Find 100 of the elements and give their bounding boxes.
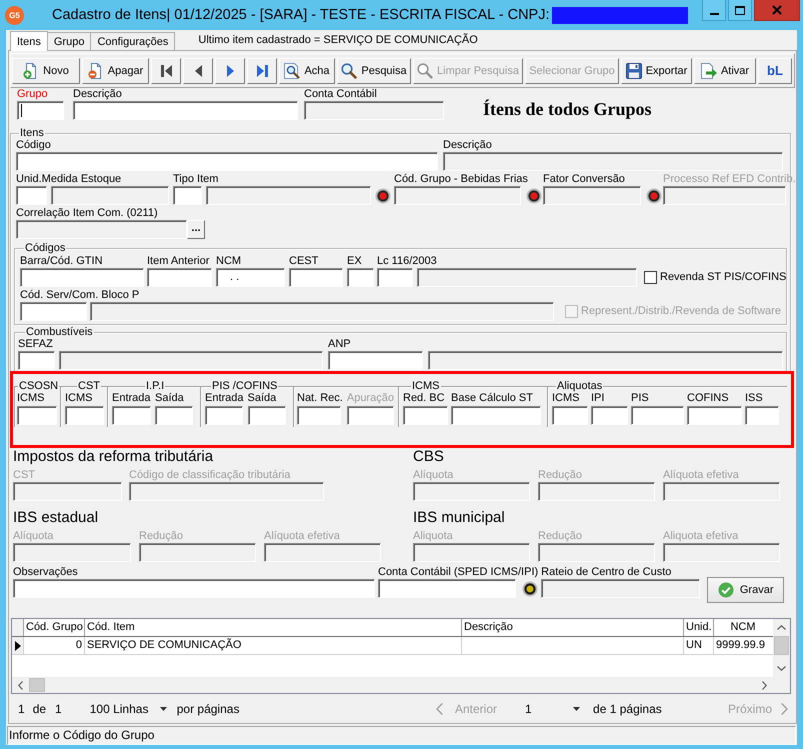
minimize-button[interactable]: [702, 0, 726, 21]
tab[interactable]: Grupo: [46, 32, 92, 50]
item-code-field[interactable]: [16, 152, 438, 171]
cost-center-field[interactable]: [541, 579, 700, 598]
service-list-field[interactable]: [377, 268, 413, 287]
page-size-dropdown[interactable]: 100 Linhas: [88, 699, 172, 719]
tab[interactable]: Configurações: [90, 32, 176, 50]
ellipsis-button[interactable]: ...: [187, 220, 205, 239]
item-type-field[interactable]: [173, 186, 202, 205]
group-legend: CSOSN: [18, 380, 60, 392]
column-header[interactable]: Cód. Item: [85, 619, 462, 636]
toolbar-button[interactable]: Ativar: [694, 58, 756, 84]
per-page-label: por páginas: [176, 702, 240, 716]
field-label: Saída: [155, 392, 184, 405]
field-label: ISS: [745, 392, 763, 405]
tax-field[interactable]: [65, 406, 104, 425]
account-field[interactable]: [304, 101, 444, 120]
toolbar-button[interactable]: Exportar: [621, 58, 692, 84]
scrollbar-thumb[interactable]: [774, 636, 789, 655]
toolbar-button[interactable]: Acha: [279, 58, 335, 84]
tax-field[interactable]: [552, 406, 588, 425]
barcode-field[interactable]: [20, 268, 144, 287]
vertical-scrollbar[interactable]: [773, 619, 790, 677]
group-legend: I.P.I: [145, 380, 166, 392]
toolbar-button[interactable]: [215, 58, 245, 84]
field-label: EX: [347, 255, 362, 268]
notes-field[interactable]: [13, 579, 375, 598]
service-list-description-field[interactable]: [417, 268, 637, 287]
ring-dot-icon[interactable]: [375, 188, 391, 204]
save-button[interactable]: Gravar: [707, 577, 784, 603]
toolbar-button[interactable]: Novo: [12, 58, 80, 84]
unit-description-field[interactable]: [51, 186, 169, 205]
ring-dot-icon[interactable]: [646, 188, 662, 204]
triangle-right-icon: [226, 64, 234, 76]
row-indicator[interactable]: [12, 637, 24, 654]
tax-field[interactable]: [297, 406, 341, 425]
ncm-field[interactable]: . .: [216, 268, 285, 287]
tax-field[interactable]: [205, 406, 243, 425]
anp-description-field[interactable]: [428, 351, 783, 370]
toolbar-button[interactable]: Apagar: [82, 58, 149, 84]
column-header[interactable]: Descrição: [462, 619, 684, 636]
close-icon: [772, 5, 782, 15]
conversion-factor-field[interactable]: [543, 186, 641, 205]
horizontal-scrollbar[interactable]: [12, 677, 773, 693]
toolbar-button[interactable]: [247, 58, 277, 84]
tax-field[interactable]: [687, 406, 742, 425]
item-type-description-field[interactable]: [206, 186, 371, 205]
field-label: Fator Conversão: [543, 173, 625, 186]
close-button[interactable]: [754, 0, 800, 21]
group-code-field[interactable]: [17, 101, 64, 120]
ex-field[interactable]: [347, 268, 374, 287]
sefaz-code-field[interactable]: [18, 351, 55, 370]
tax-field[interactable]: [451, 406, 541, 425]
page-dropdown[interactable]: 1: [521, 699, 586, 719]
toolbar-button[interactable]: bL: [758, 58, 792, 84]
beverage-group-field[interactable]: [394, 186, 521, 205]
tab[interactable]: Itens: [10, 31, 48, 51]
field-label: ICMS: [17, 392, 44, 405]
magnifier-document-icon: [284, 62, 300, 78]
item-description-field[interactable]: [443, 152, 783, 171]
tax-field[interactable]: [155, 406, 193, 425]
tax-field[interactable]: [745, 406, 779, 425]
sefaz-description-field[interactable]: [59, 351, 323, 370]
field-label: Alíquota efetiva: [663, 469, 739, 482]
field-label: IPI: [591, 392, 604, 405]
tax-field[interactable]: [631, 406, 684, 425]
correlation-field[interactable]: [16, 220, 187, 239]
toolbar-button[interactable]: Pesquisa: [337, 58, 411, 84]
column-header[interactable]: Cód. Grupo: [24, 619, 85, 636]
tax-field[interactable]: [112, 406, 151, 425]
anp-code-field[interactable]: [328, 351, 423, 370]
maximize-button[interactable]: [728, 0, 752, 21]
ring-dot-icon[interactable]: [522, 580, 538, 596]
checkbox-label[interactable]: Revenda ST PIS/COFINS: [660, 271, 786, 284]
field-label: Aliquota efetiva: [663, 530, 738, 543]
scrollbar-thumb[interactable]: [29, 678, 45, 692]
cest-field[interactable]: [289, 268, 343, 287]
checkbox[interactable]: [644, 271, 657, 284]
app-logo: G5: [5, 6, 24, 24]
field-label: SEFAZ: [18, 338, 53, 351]
field-label: Cód. Serv/Com. Bloco P: [20, 289, 140, 302]
tax-field[interactable]: [591, 406, 628, 425]
description-field[interactable]: [73, 101, 298, 120]
column-header[interactable]: Unid.: [684, 619, 714, 636]
chevron-up-icon: [777, 625, 786, 630]
group-legend: Códigos: [24, 243, 66, 254]
tax-field[interactable]: [248, 406, 286, 425]
ring-dot-icon[interactable]: [526, 188, 542, 204]
chevron-left-icon: [18, 680, 23, 690]
column-header[interactable]: NCM: [714, 619, 772, 636]
unit-field[interactable]: [16, 186, 47, 205]
table-cell-text: 9999.99.9: [715, 638, 766, 653]
tax-field[interactable]: [17, 406, 57, 425]
service-code-field[interactable]: [20, 302, 87, 321]
service-code-description-field[interactable]: [90, 302, 554, 321]
section-heading: CBS: [413, 448, 445, 466]
magnifier-icon: [417, 62, 434, 78]
sped-account-field[interactable]: [378, 579, 516, 598]
previous-item-field[interactable]: [147, 268, 212, 287]
tax-field[interactable]: [403, 406, 448, 425]
